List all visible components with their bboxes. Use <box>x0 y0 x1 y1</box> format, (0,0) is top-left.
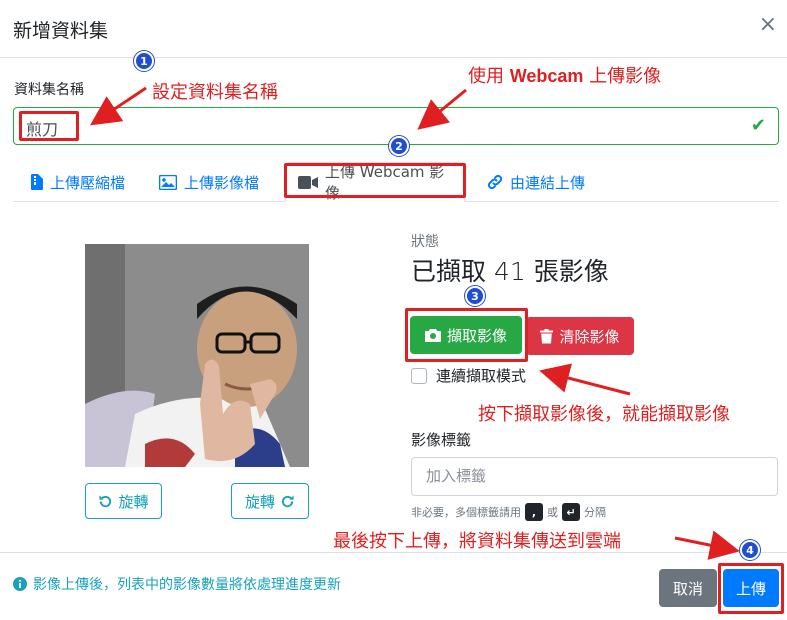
step2-bold: Webcam <box>509 66 584 86</box>
step2-annotation: 使用 Webcam 上傳影像 <box>468 62 661 88</box>
step3-badge: 3 <box>465 286 485 306</box>
step4-annotation: 最後按下上傳，將資料集傳送到雲端 <box>333 531 621 552</box>
step4-badge: 4 <box>740 540 760 560</box>
step1-badge: 1 <box>134 51 154 71</box>
step2-prefix: 使用 <box>468 66 504 87</box>
step3-annotation: 按下擷取影像後，就能擷取影像 <box>478 404 730 425</box>
step1-annotation: 設定資料集名稱 <box>152 82 278 103</box>
step2-suffix: 上傳影像 <box>589 66 662 87</box>
step2-badge: 2 <box>389 136 409 156</box>
